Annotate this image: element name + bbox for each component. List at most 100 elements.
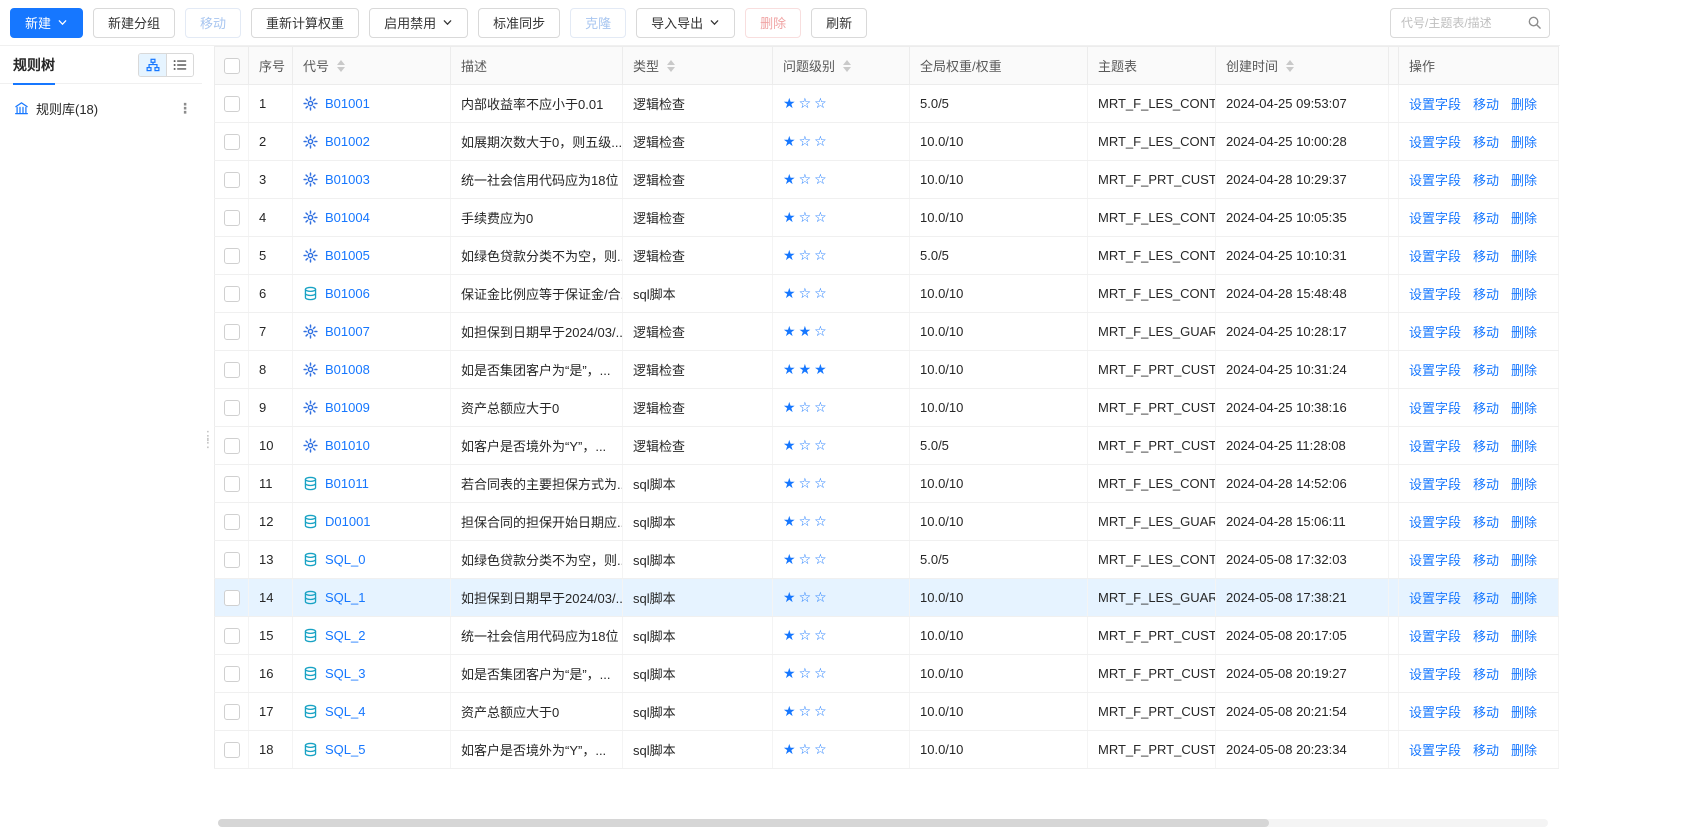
set-fields-link[interactable]: 设置字段 bbox=[1409, 553, 1461, 568]
rule-code-link[interactable]: SQL_4 bbox=[325, 704, 365, 719]
set-fields-link[interactable]: 设置字段 bbox=[1409, 629, 1461, 644]
standard-sync-button[interactable]: 标准同步 bbox=[478, 8, 560, 38]
delete-link[interactable]: 删除 bbox=[1511, 553, 1537, 568]
rule-code-link[interactable]: SQL_5 bbox=[325, 742, 365, 757]
recalculate-weight-button[interactable]: 重新计算权重 bbox=[251, 8, 359, 38]
row-checkbox[interactable] bbox=[224, 590, 240, 606]
set-fields-link[interactable]: 设置字段 bbox=[1409, 325, 1461, 340]
new-group-button[interactable]: 新建分组 bbox=[93, 8, 175, 38]
row-checkbox[interactable] bbox=[224, 666, 240, 682]
move-link[interactable]: 移动 bbox=[1473, 173, 1499, 188]
set-fields-link[interactable]: 设置字段 bbox=[1409, 401, 1461, 416]
rule-code-link[interactable]: B01007 bbox=[325, 324, 370, 339]
set-fields-link[interactable]: 设置字段 bbox=[1409, 477, 1461, 492]
row-checkbox[interactable] bbox=[224, 514, 240, 530]
set-fields-link[interactable]: 设置字段 bbox=[1409, 135, 1461, 150]
move-link[interactable]: 移动 bbox=[1473, 667, 1499, 682]
delete-link[interactable]: 删除 bbox=[1511, 173, 1537, 188]
sort-icon[interactable] bbox=[337, 60, 345, 72]
move-link[interactable]: 移动 bbox=[1473, 325, 1499, 340]
rule-code-link[interactable]: B01002 bbox=[325, 134, 370, 149]
horizontal-scrollbar[interactable] bbox=[218, 819, 1548, 827]
delete-link[interactable]: 删除 bbox=[1511, 401, 1537, 416]
row-checkbox[interactable] bbox=[224, 324, 240, 340]
rule-code-link[interactable]: D01001 bbox=[325, 514, 371, 529]
set-fields-link[interactable]: 设置字段 bbox=[1409, 591, 1461, 606]
set-fields-link[interactable]: 设置字段 bbox=[1409, 363, 1461, 378]
row-checkbox[interactable] bbox=[224, 134, 240, 150]
set-fields-link[interactable]: 设置字段 bbox=[1409, 515, 1461, 530]
scrollbar-thumb[interactable] bbox=[218, 819, 1269, 827]
move-link[interactable]: 移动 bbox=[1473, 743, 1499, 758]
refresh-button[interactable]: 刷新 bbox=[811, 8, 867, 38]
delete-link[interactable]: 删除 bbox=[1511, 211, 1537, 226]
row-checkbox[interactable] bbox=[224, 96, 240, 112]
move-link[interactable]: 移动 bbox=[1473, 97, 1499, 112]
row-checkbox[interactable] bbox=[224, 400, 240, 416]
move-link[interactable]: 移动 bbox=[1473, 249, 1499, 264]
delete-link[interactable]: 删除 bbox=[1511, 667, 1537, 682]
set-fields-link[interactable]: 设置字段 bbox=[1409, 667, 1461, 682]
move-link[interactable]: 移动 bbox=[1473, 401, 1499, 416]
move-link[interactable]: 移动 bbox=[1473, 705, 1499, 720]
move-button[interactable]: 移动 bbox=[185, 8, 241, 38]
rule-code-link[interactable]: B01010 bbox=[325, 438, 370, 453]
move-link[interactable]: 移动 bbox=[1473, 439, 1499, 454]
row-checkbox[interactable] bbox=[224, 742, 240, 758]
delete-link[interactable]: 删除 bbox=[1511, 743, 1537, 758]
search-icon[interactable] bbox=[1527, 15, 1542, 30]
rule-code-link[interactable]: SQL_2 bbox=[325, 628, 365, 643]
row-checkbox[interactable] bbox=[224, 476, 240, 492]
move-link[interactable]: 移动 bbox=[1473, 515, 1499, 530]
set-fields-link[interactable]: 设置字段 bbox=[1409, 287, 1461, 302]
delete-link[interactable]: 删除 bbox=[1511, 591, 1537, 606]
rule-code-link[interactable]: B01005 bbox=[325, 248, 370, 263]
rule-code-link[interactable]: B01003 bbox=[325, 172, 370, 187]
column-header-created-time[interactable]: 创建时间 bbox=[1216, 47, 1389, 85]
rule-code-link[interactable]: B01006 bbox=[325, 286, 370, 301]
delete-link[interactable]: 删除 bbox=[1511, 363, 1537, 378]
rule-code-link[interactable]: SQL_3 bbox=[325, 666, 365, 681]
delete-link[interactable]: 删除 bbox=[1511, 439, 1537, 454]
delete-link[interactable]: 删除 bbox=[1511, 135, 1537, 150]
set-fields-link[interactable]: 设置字段 bbox=[1409, 743, 1461, 758]
row-checkbox[interactable] bbox=[224, 552, 240, 568]
column-header-level[interactable]: 问题级别 bbox=[773, 47, 910, 85]
delete-link[interactable]: 删除 bbox=[1511, 325, 1537, 340]
move-link[interactable]: 移动 bbox=[1473, 211, 1499, 226]
row-checkbox[interactable] bbox=[224, 286, 240, 302]
rule-code-link[interactable]: B01004 bbox=[325, 210, 370, 225]
row-checkbox[interactable] bbox=[224, 248, 240, 264]
row-checkbox[interactable] bbox=[224, 628, 240, 644]
row-checkbox[interactable] bbox=[224, 704, 240, 720]
row-checkbox[interactable] bbox=[224, 172, 240, 188]
set-fields-link[interactable]: 设置字段 bbox=[1409, 211, 1461, 226]
row-checkbox[interactable] bbox=[224, 362, 240, 378]
delete-button[interactable]: 删除 bbox=[745, 8, 801, 38]
set-fields-link[interactable]: 设置字段 bbox=[1409, 97, 1461, 112]
set-fields-link[interactable]: 设置字段 bbox=[1409, 249, 1461, 264]
rule-code-link[interactable]: B01009 bbox=[325, 400, 370, 415]
enable-disable-button[interactable]: 启用禁用 bbox=[369, 8, 468, 38]
rule-code-link[interactable]: B01011 bbox=[325, 476, 369, 491]
delete-link[interactable]: 删除 bbox=[1511, 249, 1537, 264]
move-link[interactable]: 移动 bbox=[1473, 135, 1499, 150]
delete-link[interactable]: 删除 bbox=[1511, 705, 1537, 720]
rule-code-link[interactable]: SQL_1 bbox=[325, 590, 365, 605]
row-checkbox[interactable] bbox=[224, 210, 240, 226]
delete-link[interactable]: 删除 bbox=[1511, 287, 1537, 302]
delete-link[interactable]: 删除 bbox=[1511, 477, 1537, 492]
set-fields-link[interactable]: 设置字段 bbox=[1409, 705, 1461, 720]
import-export-button[interactable]: 导入导出 bbox=[636, 8, 735, 38]
set-fields-link[interactable]: 设置字段 bbox=[1409, 439, 1461, 454]
list-view-button[interactable] bbox=[166, 54, 193, 76]
rule-code-link[interactable]: B01008 bbox=[325, 362, 370, 377]
move-link[interactable]: 移动 bbox=[1473, 287, 1499, 302]
sidebar-resizer[interactable]: ⋮⋮ bbox=[202, 46, 214, 832]
column-header-type[interactable]: 类型 bbox=[623, 47, 773, 85]
delete-link[interactable]: 删除 bbox=[1511, 629, 1537, 644]
sort-icon[interactable] bbox=[843, 60, 851, 72]
rule-code-link[interactable]: SQL_0 bbox=[325, 552, 365, 567]
delete-link[interactable]: 删除 bbox=[1511, 515, 1537, 530]
new-button[interactable]: 新建 bbox=[10, 8, 83, 38]
